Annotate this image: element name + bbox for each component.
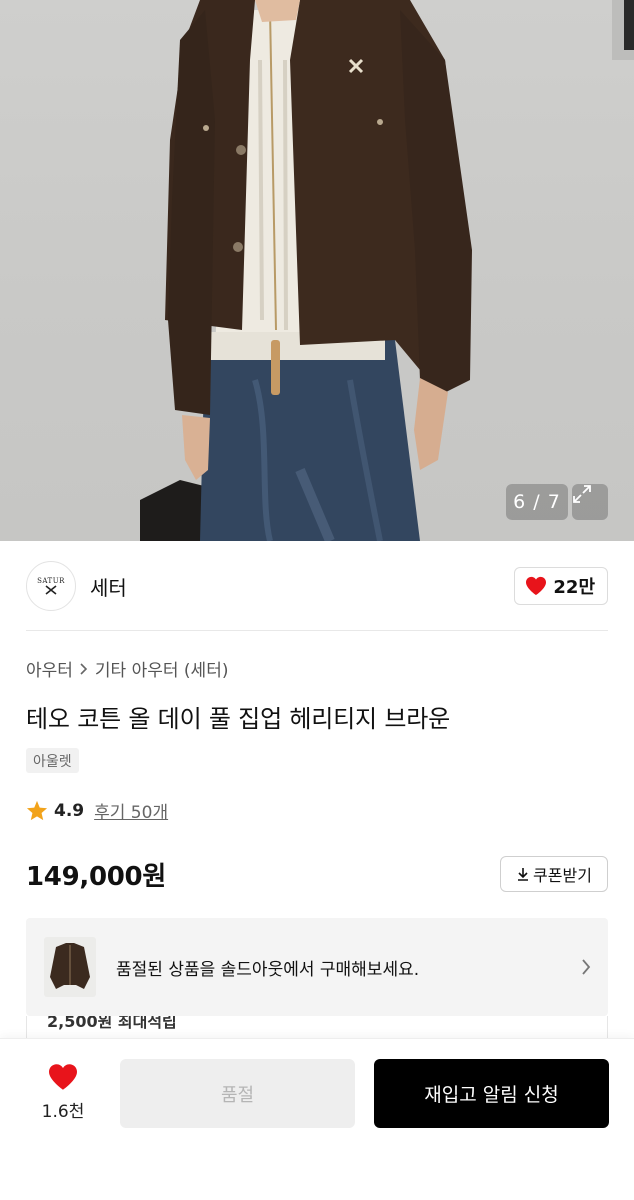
banner-text: 품절된 상품을 솔드아웃에서 구매해보세요.: [116, 959, 420, 980]
brand-row: SATUR 세터 22만: [26, 560, 608, 612]
coupon-label: 쿠폰받기: [533, 866, 592, 885]
chevron-right-icon: [582, 959, 591, 975]
soldout-button: 품절: [120, 1059, 355, 1128]
restock-alert-button[interactable]: 재입고 알림 신청: [374, 1059, 609, 1128]
breadcrumb-item-outer[interactable]: 아우터: [26, 656, 73, 681]
expand-image-button[interactable]: [572, 484, 608, 520]
star-icon: [26, 800, 48, 821]
brand-name[interactable]: 세터: [90, 572, 127, 601]
brand-like-count: 22만: [553, 577, 595, 598]
expand-arrows-icon: [573, 485, 591, 503]
review-link[interactable]: 후기 50개: [94, 798, 168, 823]
brand-logo-text: SATUR: [37, 577, 65, 585]
rating-score: 4.9: [54, 800, 85, 821]
brand-emblem-icon: [45, 585, 57, 595]
divider: [26, 630, 608, 631]
bottom-action-bar: 1.6천 품절 재입고 알림 신청: [0, 1038, 634, 1200]
heart-icon: [526, 576, 547, 596]
brand-like-button[interactable]: 22만: [514, 567, 608, 605]
product-image[interactable]: 6 / 7: [0, 0, 634, 541]
product-photo: [140, 0, 634, 541]
soldout-banner[interactable]: 품절된 상품을 솔드아웃에서 구매해보세요.: [26, 918, 608, 1016]
breadcrumb: 아우터 기타 아우터 (세터): [26, 656, 228, 681]
product-like-count: 1.6천: [41, 1102, 85, 1122]
coupon-button[interactable]: 쿠폰받기: [500, 856, 608, 892]
points-strip: 2,500원 최대적립: [26, 1016, 608, 1040]
product-title: 테오 코튼 올 데이 풀 집업 헤리티지 브라운: [26, 705, 450, 733]
outlet-tag: 아울렛: [26, 748, 79, 773]
banner-thumbnail: [44, 937, 96, 997]
product-like-button[interactable]: 1.6천: [26, 1063, 100, 1133]
download-icon: [518, 868, 529, 881]
price: 149,000원: [26, 862, 166, 892]
chevron-right-icon: [80, 662, 88, 675]
heart-icon: [49, 1064, 77, 1090]
points-text: 2,500원 최대적립: [47, 1016, 177, 1031]
brand-logo[interactable]: SATUR: [26, 561, 76, 611]
rating: 4.9 후기 50개: [26, 798, 168, 823]
image-counter: 6 / 7: [506, 484, 568, 520]
breadcrumb-item-category[interactable]: 기타 아우터 (세터): [95, 656, 229, 681]
